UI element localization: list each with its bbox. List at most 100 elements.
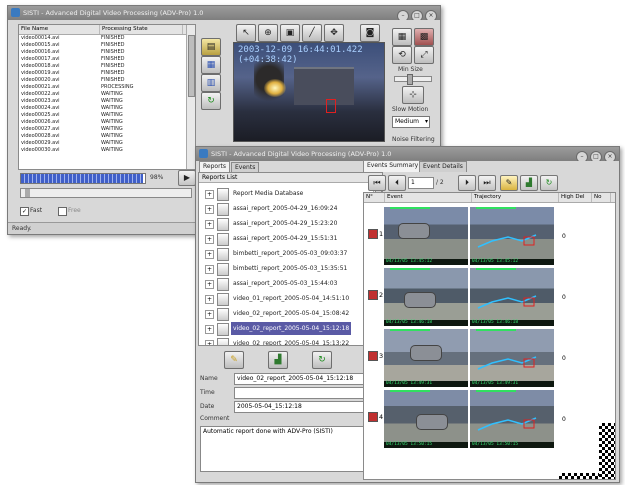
trajectory-thumbnail[interactable]: 04/13/05 13:50:15 <box>470 390 554 448</box>
table-row[interactable]: video00028.avi WAITING <box>19 133 195 140</box>
expand-icon[interactable]: + <box>205 220 214 229</box>
prev-page-button[interactable]: ⏴ <box>388 175 406 191</box>
column-event[interactable]: Event <box>385 193 472 202</box>
maximize-button[interactable]: □ <box>590 151 602 161</box>
table-row[interactable]: video00022.avi WAITING <box>19 91 195 98</box>
table-row[interactable]: video00018.avi FINISHED <box>19 63 195 70</box>
report-item[interactable]: + assai_report_2005-05-03_15:44:03 <box>205 277 371 291</box>
comment-field[interactable]: Automatic report done with ADV-Pro (SIST… <box>200 426 380 472</box>
date-field[interactable]: 2005-05-04_15:12:18 <box>234 401 380 413</box>
add-list-button[interactable]: ▥ <box>201 74 221 92</box>
tool-pointer-button[interactable]: ↖ <box>236 24 256 42</box>
report-item[interactable]: + assai_report_2005-04-29_16:09:24 <box>205 202 371 216</box>
table-row[interactable]: video00025.avi WAITING <box>19 112 195 119</box>
slow-motion-select[interactable]: Medium ▾ <box>392 116 430 128</box>
column-no[interactable]: No <box>592 193 611 202</box>
minimize-button[interactable]: – <box>576 151 588 161</box>
expand-icon[interactable]: + <box>205 235 214 244</box>
min-size-picker-button[interactable]: ⊹ <box>402 86 424 104</box>
free-checkbox[interactable] <box>58 207 67 216</box>
expand-icon[interactable]: + <box>205 205 214 214</box>
table-row[interactable]: video00015.avi FINISHED <box>19 42 195 49</box>
page-input[interactable]: 1 <box>408 177 434 189</box>
delete-event-button[interactable]: ▟ <box>520 175 538 191</box>
back-window-titlebar[interactable]: SISTI - Advanced Digital Video Processin… <box>8 6 440 20</box>
scroll-thumb[interactable] <box>188 35 195 97</box>
report-item[interactable]: + video_02_report_2005-05-04_15:08:42 <box>205 307 371 321</box>
trajectory-thumbnail[interactable]: 04/13/05 13:46:18 <box>470 268 554 326</box>
report-item[interactable]: + bimbetti_report_2005-05-03_15:35:51 <box>205 262 371 276</box>
maximize-button[interactable]: □ <box>411 10 423 20</box>
event-row[interactable]: 3 04/13/05 13:49:31 04/13/05 13:49:31 0 <box>366 329 606 387</box>
close-button[interactable]: × <box>604 151 616 161</box>
report-item[interactable]: + assai_report_2005-04-29_15:51:31 <box>205 232 371 246</box>
column-number[interactable]: N° <box>364 193 385 202</box>
refresh-reports-button[interactable]: ↻ <box>312 351 332 369</box>
tab-event-details[interactable]: Event Details <box>419 161 467 172</box>
expand-icon[interactable]: + <box>205 190 214 199</box>
add-video-button[interactable]: ▦ <box>201 56 221 74</box>
tool-line-button[interactable]: ╱ <box>302 24 322 42</box>
report-item[interactable]: + video_01_report_2005-05-04_14:51:10 <box>205 292 371 306</box>
event-thumbnail[interactable]: 04/13/05 13:45:12 <box>384 207 468 265</box>
refresh-events-button[interactable]: ↻ <box>540 175 558 191</box>
event-thumbnail[interactable]: 04/13/05 13:46:18 <box>384 268 468 326</box>
minimize-button[interactable]: – <box>397 10 409 20</box>
last-page-button[interactable]: ⏭ <box>478 175 496 191</box>
delete-report-button[interactable]: ▟ <box>268 351 288 369</box>
table-row[interactable]: video00014.avi FINISHED <box>19 35 195 42</box>
table-row[interactable]: video00019.avi FINISHED <box>19 70 195 77</box>
table-row[interactable]: video00029.avi WAITING <box>19 140 195 147</box>
event-row[interactable]: 4 04/13/05 13:50:15 04/13/05 13:50:15 0 <box>366 390 606 448</box>
next-page-button[interactable]: ⏵ <box>458 175 476 191</box>
min-size-slider[interactable] <box>394 74 432 85</box>
event-row[interactable]: 1 04/13/05 13:45:12 04/13/05 13:45:12 0 <box>366 207 606 265</box>
expand-icon[interactable]: + <box>205 340 214 345</box>
display-mode-4-button[interactable]: ⤢ <box>414 46 434 64</box>
play-button[interactable]: ▶ <box>178 170 196 186</box>
expand-icon[interactable]: + <box>205 325 214 334</box>
time-field[interactable] <box>234 387 380 399</box>
display-mode-2-button[interactable]: ▩ <box>414 28 434 46</box>
snapshot-button[interactable]: ◙ <box>360 24 380 42</box>
seek-slider[interactable] <box>20 188 192 198</box>
video-view[interactable]: 2003-12-09 16:44:01.422 (+04:38:42) <box>233 42 385 142</box>
tool-move-button[interactable]: ✥ <box>324 24 344 42</box>
refresh-button[interactable]: ↻ <box>201 92 221 110</box>
min-size-thumb[interactable] <box>407 74 413 85</box>
expand-icon[interactable]: + <box>205 265 214 274</box>
tool-region-button[interactable]: ▣ <box>280 24 300 42</box>
table-row[interactable]: video00026.avi WAITING <box>19 119 195 126</box>
file-list-scrollbar[interactable] <box>186 25 195 169</box>
report-item[interactable]: + assai_report_2005-04-29_15:23:20 <box>205 217 371 231</box>
column-processing-state[interactable]: Processing State <box>100 25 183 34</box>
expand-icon[interactable]: + <box>205 295 214 304</box>
table-row[interactable]: video00030.avi WAITING <box>19 147 195 154</box>
expand-icon[interactable]: + <box>205 310 214 319</box>
table-row[interactable]: video00021.avi PROCESSING <box>19 84 195 91</box>
close-button[interactable]: × <box>425 10 437 20</box>
event-thumbnail[interactable]: 04/13/05 13:50:15 <box>384 390 468 448</box>
front-window-titlebar[interactable]: SISTI - Advanced Digital Video Processin… <box>196 147 619 161</box>
report-item[interactable]: + video_02_report_2005-05-04_15:13:22 <box>205 337 371 345</box>
expand-icon[interactable]: + <box>205 250 214 259</box>
expand-icon[interactable]: + <box>205 280 214 289</box>
column-file-name[interactable]: File Name <box>19 25 100 34</box>
column-trajectory[interactable]: Trajectory <box>472 193 559 202</box>
report-item[interactable]: + video_02_report_2005-05-04_15:12:18 <box>205 322 371 336</box>
report-item[interactable]: + Report Media Database <box>205 187 371 201</box>
edit-report-button[interactable]: ✎ <box>224 351 244 369</box>
table-row[interactable]: video00016.avi FINISHED <box>19 49 195 56</box>
event-row[interactable]: 2 04/13/05 13:46:18 04/13/05 13:46:18 0 <box>366 268 606 326</box>
column-high-del[interactable]: High Del <box>559 193 592 202</box>
name-field[interactable]: video_02_report_2005-05-04_15:12:18 <box>234 373 380 385</box>
event-thumbnail[interactable]: 04/13/05 13:49:31 <box>384 329 468 387</box>
table-row[interactable]: video00017.avi FINISHED <box>19 56 195 63</box>
trajectory-thumbnail[interactable]: 04/13/05 13:49:31 <box>470 329 554 387</box>
seek-thumb[interactable] <box>25 189 30 197</box>
report-item[interactable]: + bimbetti_report_2005-05-03_09:03:37 <box>205 247 371 261</box>
tab-events-summary[interactable]: Events Summary <box>363 160 423 172</box>
table-row[interactable]: video00027.avi WAITING <box>19 126 195 133</box>
trajectory-thumbnail[interactable]: 04/13/05 13:45:12 <box>470 207 554 265</box>
open-file-button[interactable]: ▤ <box>201 38 221 56</box>
